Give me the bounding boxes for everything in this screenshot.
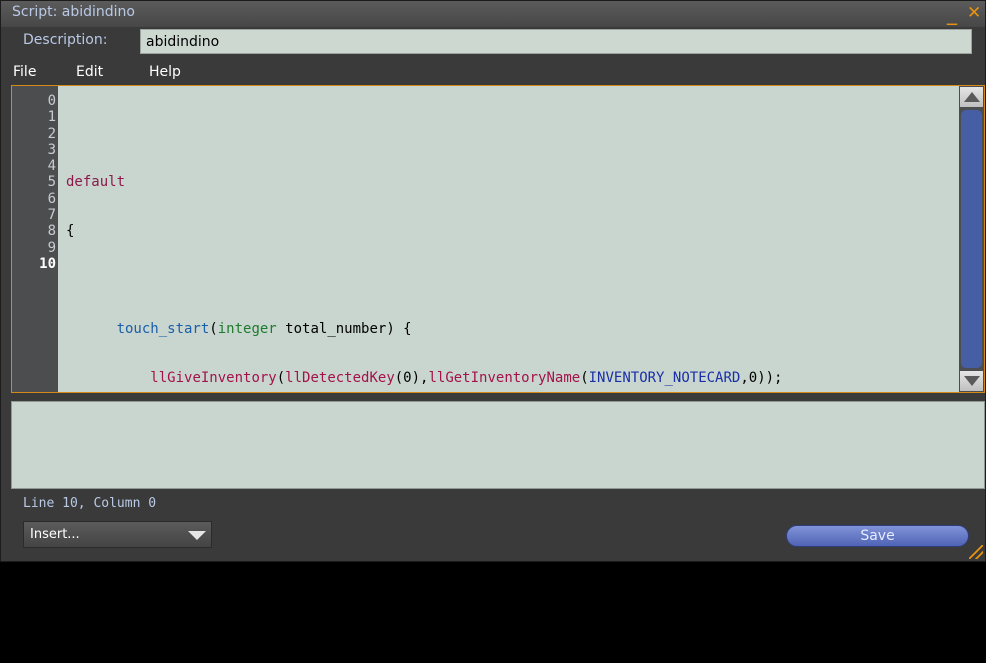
line-number: 1 — [47, 109, 56, 126]
params-text: total_number) { — [276, 321, 412, 338]
description-input[interactable] — [140, 29, 972, 54]
line-number: 3 — [47, 141, 56, 158]
line-number: 8 — [47, 223, 56, 240]
scroll-up-button[interactable] — [960, 87, 983, 107]
type-keyword: integer — [217, 321, 277, 338]
args-text: ,0)); — [740, 370, 783, 387]
line-numbers: 0 1 2 3 4 5 6 7 8 9 10 — [39, 93, 56, 272]
minimize-icon[interactable]: _ — [947, 1, 957, 25]
function-call: llDetectedKey — [285, 370, 395, 387]
event-name: touch_start — [116, 321, 210, 338]
line-number: 4 — [47, 158, 56, 175]
code-line: ​ — [66, 272, 783, 288]
menu-edit[interactable]: Edit — [76, 64, 103, 80]
chevron-down-icon — [188, 531, 206, 540]
close-icon[interactable]: ✕ — [967, 1, 981, 25]
window-title: Script: abidindino — [12, 4, 135, 20]
script-editor[interactable]: 0 1 2 3 4 5 6 7 8 9 10 ​ default { ​ tou… — [11, 85, 985, 632]
line-number-gutter: 0 1 2 3 4 5 6 7 8 9 10 — [12, 86, 58, 392]
line-number: 7 — [47, 207, 56, 224]
args-text: (0), — [394, 370, 429, 387]
paren: ( — [209, 321, 218, 338]
scrollbar-thumb[interactable] — [961, 110, 982, 368]
paren: ( — [276, 370, 286, 387]
insert-dropdown[interactable]: Insert... — [23, 521, 212, 548]
compile-output-panel[interactable] — [11, 401, 985, 489]
arrow-down-icon — [964, 376, 980, 386]
constant: INVENTORY_NOTECARD — [588, 370, 741, 387]
menu-bar: File Edit Help — [1, 62, 985, 84]
function-call: llGetInventoryName — [428, 370, 581, 387]
code-area[interactable]: ​ default { ​ touch_start(integer total_… — [66, 93, 783, 663]
save-button[interactable]: Save — [786, 525, 969, 547]
menu-file[interactable]: File — [13, 64, 36, 80]
code-line: ​ — [66, 126, 783, 142]
code-line: } — [66, 566, 783, 582]
cursor-position-status: Line 10, Column 0 — [23, 496, 157, 511]
code-line: llGiveInventory(llDetectedKey(0),llGetIn… — [66, 370, 783, 387]
arrow-up-icon — [964, 92, 980, 102]
line-number: 0 — [47, 93, 56, 109]
code-line: default — [66, 174, 783, 190]
editor-scrollbar[interactable] — [959, 86, 984, 392]
description-label: Description: — [23, 32, 108, 48]
code-line: { — [66, 223, 783, 239]
scroll-down-button[interactable] — [960, 371, 983, 391]
insert-dropdown-value: Insert... — [30, 527, 80, 542]
line-number: 5 — [47, 174, 56, 191]
text-caret — [66, 614, 68, 632]
line-number: 6 — [47, 190, 56, 207]
close-brace: } — [66, 565, 75, 582]
paren: ( — [580, 370, 589, 387]
current-line-number: 10 — [39, 255, 56, 272]
code-line — [66, 614, 783, 632]
resize-handle-icon[interactable] — [969, 545, 983, 559]
keyword-default: default — [66, 174, 126, 191]
open-brace: { — [66, 223, 75, 240]
line-number: 2 — [47, 125, 56, 142]
code-line: touch_start(integer total_number) { — [66, 321, 783, 337]
function-call: llGiveInventory — [150, 370, 277, 387]
menu-help[interactable]: Help — [149, 64, 181, 80]
script-editor-window: Script: abidindino _ ✕ Description: File… — [0, 0, 986, 632]
title-bar[interactable]: Script: abidindino _ ✕ — [1, 1, 985, 27]
line-number: 9 — [47, 239, 56, 256]
